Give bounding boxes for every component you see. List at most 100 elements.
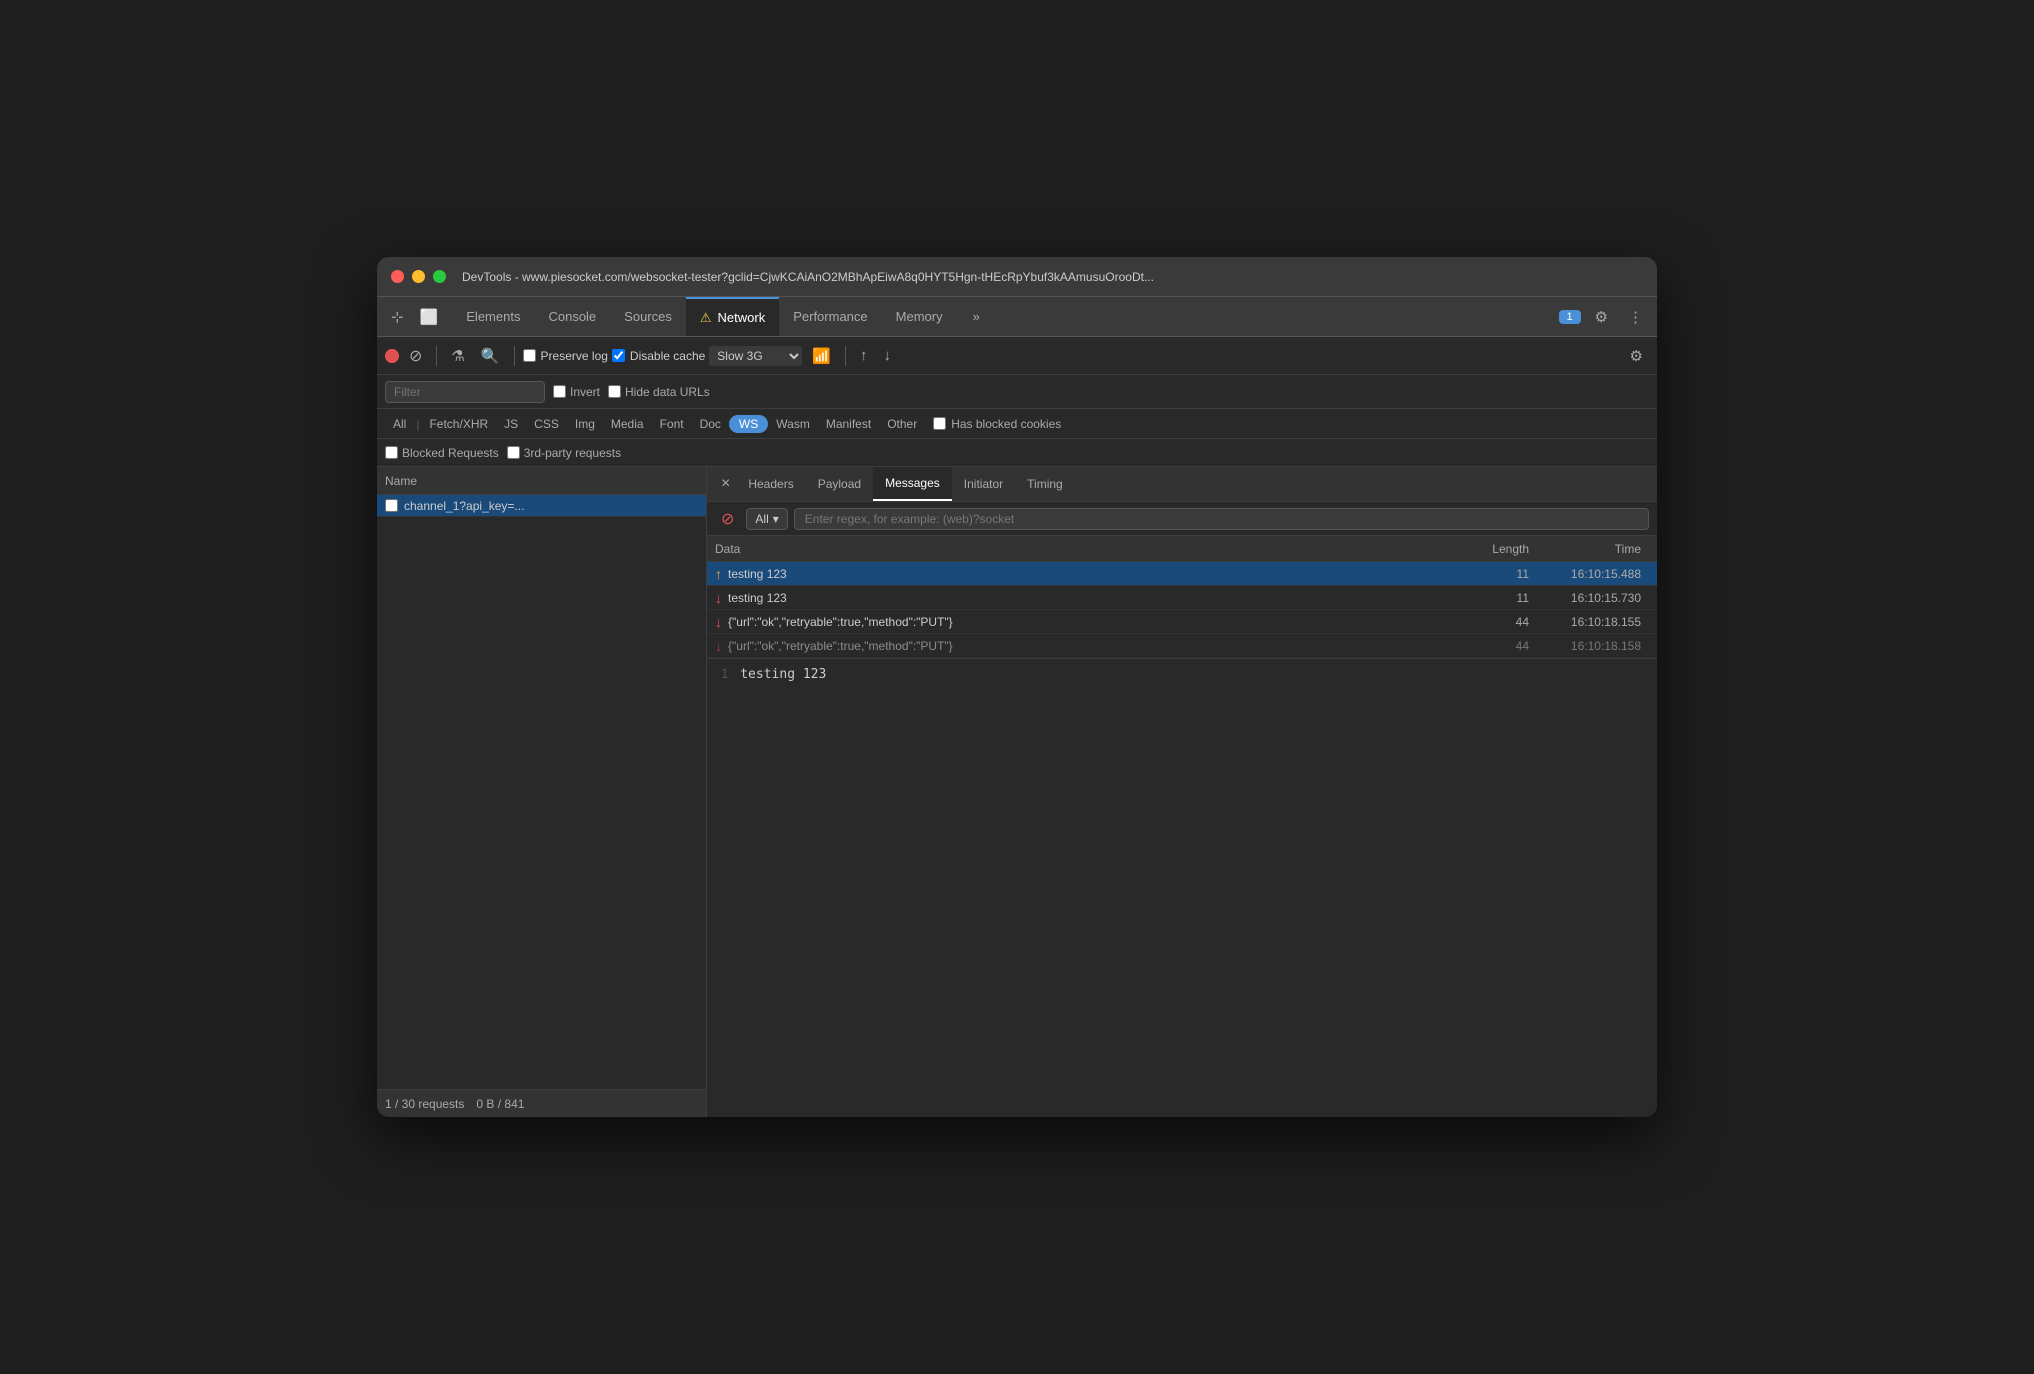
type-btn-wasm[interactable]: Wasm <box>768 413 818 435</box>
list-item[interactable]: ↓ testing 123 11 16:10:15.730 <box>707 586 1657 610</box>
list-item[interactable]: ↓ {"url":"ok","retryable":true,"method":… <box>707 634 1657 658</box>
tab-timing[interactable]: Timing <box>1015 467 1075 501</box>
message-search-input[interactable] <box>794 508 1649 530</box>
tab-messages[interactable]: Messages <box>873 467 952 501</box>
preserve-log-input[interactable] <box>523 349 536 362</box>
message-preview: 1 testing 123 <box>707 658 1657 690</box>
tab-initiator[interactable]: Initiator <box>952 467 1015 501</box>
minimize-button[interactable] <box>412 270 425 283</box>
tab-payload[interactable]: Payload <box>806 467 873 501</box>
tab-sources[interactable]: Sources <box>610 297 686 336</box>
third-party-checkbox[interactable]: 3rd-party requests <box>507 446 621 460</box>
length-column-header: Length <box>1449 542 1529 556</box>
messages-table-header: Data Length Time <box>707 536 1657 562</box>
messages-toolbar: ⊘ All ▾ <box>707 502 1657 536</box>
request-name: channel_1?api_key=... <box>404 499 524 513</box>
disable-cache-input[interactable] <box>612 349 625 362</box>
disable-cache-checkbox[interactable]: Disable cache <box>612 349 705 363</box>
tab-more[interactable]: » <box>959 297 994 336</box>
devtools-window: DevTools - www.piesocket.com/websocket-t… <box>377 257 1657 1117</box>
message-text: testing 123 <box>728 591 1449 605</box>
tab-console[interactable]: Console <box>534 297 610 336</box>
requests-panel: Name channel_1?api_key=... 1 / 30 reques… <box>377 467 707 1117</box>
tab-elements[interactable]: Elements <box>452 297 534 336</box>
table-row[interactable]: channel_1?api_key=... <box>377 495 706 517</box>
message-text: testing 123 <box>728 567 1449 581</box>
type-btn-font[interactable]: Font <box>652 413 692 435</box>
settings-icon[interactable]: ⚙ <box>1589 304 1614 330</box>
detail-close-button[interactable]: × <box>715 476 736 492</box>
title-bar: DevTools - www.piesocket.com/websocket-t… <box>377 257 1657 297</box>
third-party-input[interactable] <box>507 446 520 459</box>
blocked-filter-bar: Blocked Requests 3rd-party requests <box>377 439 1657 467</box>
line-number: 1 <box>721 667 728 681</box>
detail-tabs: × Headers Payload Messages Initiator Tim… <box>707 467 1657 502</box>
device-icon[interactable]: ⬜ <box>414 304 445 330</box>
filter-input[interactable] <box>385 381 545 403</box>
type-btn-doc[interactable]: Doc <box>692 413 729 435</box>
cursor-icon[interactable]: ⊹ <box>385 304 410 330</box>
list-item[interactable]: ↓ {"url":"ok","retryable":true,"method":… <box>707 610 1657 634</box>
message-time: 16:10:18.155 <box>1529 615 1649 629</box>
request-checkbox[interactable] <box>385 499 398 512</box>
blocked-requests-checkbox[interactable]: Blocked Requests <box>385 446 499 460</box>
tab-memory[interactable]: Memory <box>882 297 957 336</box>
message-filter-button[interactable]: All ▾ <box>746 508 787 530</box>
list-item[interactable]: ↑ testing 123 11 16:10:15.488 <box>707 562 1657 586</box>
blocked-requests-input[interactable] <box>385 446 398 459</box>
message-time: 16:10:15.730 <box>1529 591 1649 605</box>
type-btn-other[interactable]: Other <box>879 413 925 435</box>
clear-icon[interactable]: ⊘ <box>403 342 428 370</box>
name-column-header: Name <box>385 474 417 488</box>
notification-badge: 1 <box>1559 310 1581 324</box>
download-icon[interactable]: ↓ <box>877 343 897 368</box>
type-btn-fetch-xhr[interactable]: Fetch/XHR <box>421 413 496 435</box>
chevron-down-icon: ▾ <box>773 512 779 526</box>
requests-footer: 1 / 30 requests 0 B / 841 <box>377 1089 706 1117</box>
upload-icon[interactable]: ↑ <box>854 343 874 368</box>
network-settings-icon[interactable]: ⚙ <box>1624 343 1649 369</box>
toolbar-divider-1 <box>436 346 437 366</box>
maximize-button[interactable] <box>433 270 446 283</box>
main-content: Name channel_1?api_key=... 1 / 30 reques… <box>377 467 1657 1117</box>
message-text: {"url":"ok","retryable":true,"method":"P… <box>728 639 1449 653</box>
type-btn-css[interactable]: CSS <box>526 413 567 435</box>
filter-icon[interactable]: ⚗ <box>445 343 470 369</box>
invert-checkbox[interactable]: Invert <box>553 385 600 399</box>
filter-bar: Invert Hide data URLs <box>377 375 1657 409</box>
hide-data-urls-input[interactable] <box>608 385 621 398</box>
has-blocked-cookies-input[interactable] <box>933 417 946 430</box>
type-btn-media[interactable]: Media <box>603 413 652 435</box>
type-btn-all[interactable]: All <box>385 413 414 435</box>
tab-performance[interactable]: Performance <box>779 297 881 336</box>
wifi-icon[interactable]: 📶 <box>806 343 837 369</box>
time-column-header: Time <box>1529 542 1649 556</box>
requests-header: Name <box>377 467 706 495</box>
arrow-up-icon: ↑ <box>715 566 722 582</box>
type-btn-js[interactable]: JS <box>496 413 526 435</box>
devtools-container: ⊹ ⬜ Elements Console Sources ⚠ Network P… <box>377 297 1657 1117</box>
block-icon[interactable]: ⊘ <box>715 505 740 533</box>
tab-headers[interactable]: Headers <box>736 467 805 501</box>
toolbar-right-spacer: ⚙ <box>1624 343 1649 369</box>
requests-count: 1 / 30 requests <box>385 1097 464 1111</box>
data-column-header: Data <box>715 542 1449 556</box>
preview-content: testing 123 <box>740 667 826 682</box>
toolbar-divider-3 <box>845 346 846 366</box>
search-icon[interactable]: 🔍 <box>475 343 506 369</box>
type-btn-manifest[interactable]: Manifest <box>818 413 879 435</box>
hide-data-urls-checkbox[interactable]: Hide data URLs <box>608 385 710 399</box>
preserve-log-checkbox[interactable]: Preserve log <box>523 349 608 363</box>
tab-bar-right: 1 ⚙ ⋮ <box>1559 304 1649 330</box>
type-filter-bar: All | Fetch/XHR JS CSS Img Media Font Do… <box>377 409 1657 439</box>
more-options-icon[interactable]: ⋮ <box>1622 304 1649 330</box>
warning-icon: ⚠ <box>700 310 712 326</box>
invert-input[interactable] <box>553 385 566 398</box>
record-button[interactable] <box>385 349 399 363</box>
tab-network[interactable]: ⚠ Network <box>686 297 779 336</box>
throttle-select[interactable]: No throttling Fast 3G Slow 3G Offline <box>709 346 802 366</box>
close-button[interactable] <box>391 270 404 283</box>
arrow-down-icon: ↓ <box>715 614 722 630</box>
type-btn-ws[interactable]: WS <box>729 415 768 433</box>
type-btn-img[interactable]: Img <box>567 413 603 435</box>
